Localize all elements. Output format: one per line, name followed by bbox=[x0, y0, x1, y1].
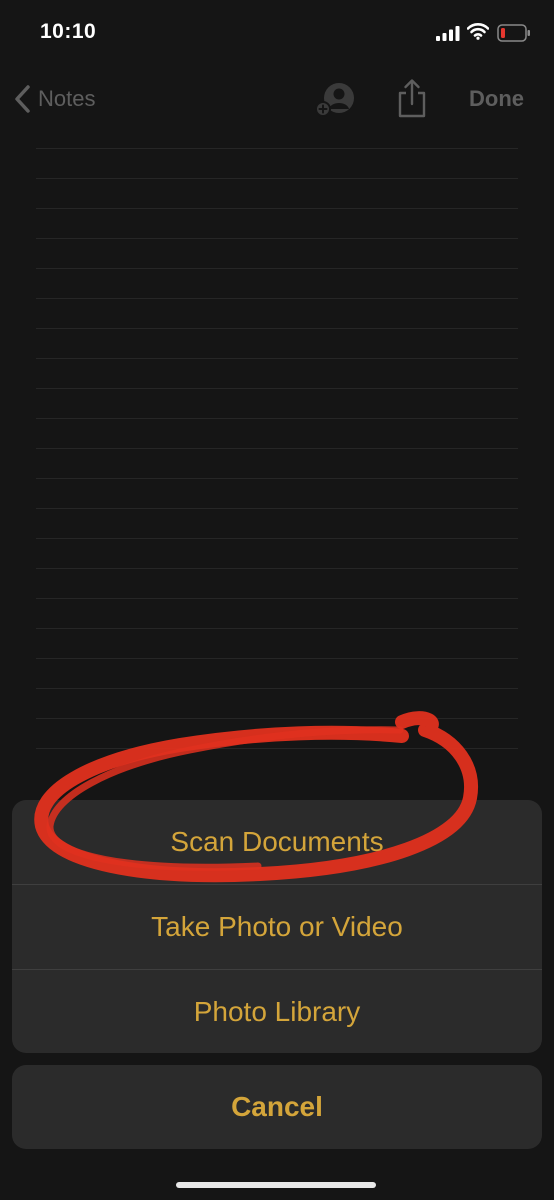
ruled-note-lines bbox=[36, 148, 518, 778]
status-time: 10:10 bbox=[40, 20, 97, 43]
cellular-signal-icon bbox=[436, 26, 460, 41]
done-button[interactable]: Done bbox=[469, 86, 524, 112]
photo-library-button[interactable]: Photo Library bbox=[12, 970, 542, 1053]
back-label: Notes bbox=[38, 86, 96, 111]
back-button[interactable]: Notes bbox=[12, 82, 95, 116]
home-indicator[interactable] bbox=[176, 1182, 376, 1188]
share-icon[interactable] bbox=[396, 78, 428, 118]
notes-screen: 10:10 Notes Done Scan Documents Take Pho… bbox=[0, 0, 554, 1200]
battery-low-icon bbox=[497, 24, 530, 42]
wifi-icon bbox=[467, 23, 489, 40]
scan-documents-button[interactable]: Scan Documents bbox=[12, 800, 542, 884]
take-photo-or-video-button[interactable]: Take Photo or Video bbox=[12, 885, 542, 969]
add-person-icon[interactable] bbox=[314, 80, 356, 118]
status-bar: 10:10 bbox=[0, 0, 554, 62]
chevron-left-icon bbox=[15, 85, 30, 113]
navigation-bar: Notes Done bbox=[0, 72, 554, 124]
cancel-button[interactable]: Cancel bbox=[12, 1065, 542, 1149]
action-sheet: Scan Documents Take Photo or Video Photo… bbox=[12, 800, 542, 1053]
